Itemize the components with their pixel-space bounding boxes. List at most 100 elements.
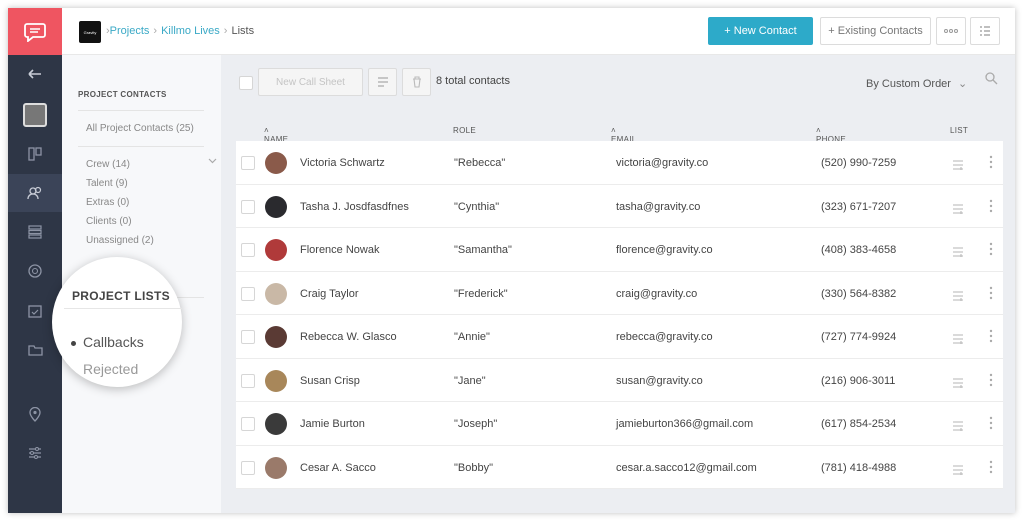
contact-email[interactable]: jamieburton366@gmail.com — [616, 418, 753, 430]
table-row[interactable]: Craig Taylor "Frederick" craig@gravity.co (… — [236, 272, 1003, 315]
list-add-icon[interactable] — [952, 288, 964, 306]
list-add-icon[interactable] — [952, 462, 964, 480]
row-checkbox[interactable] — [241, 243, 255, 257]
list-add-icon[interactable] — [952, 331, 964, 349]
more-options-icon[interactable] — [989, 242, 993, 261]
breadcrumb: ›Projects › Killmo Lives › Lists — [106, 25, 254, 37]
project-lists-title: PROJECT LISTS — [72, 289, 170, 303]
top-bar: Gravity ›Projects › Killmo Lives › Lists + N… — [62, 8, 1015, 55]
group-talent[interactable]: Talent (9) — [86, 178, 128, 189]
list-add-icon[interactable] — [952, 418, 964, 436]
group-crew[interactable]: Crew (14) — [86, 159, 130, 170]
new-contact-button[interactable]: + New Contact — [708, 17, 813, 45]
chevron-down-icon[interactable] — [208, 151, 217, 169]
table-row[interactable]: Florence Nowak "Samantha" florence@gravity… — [236, 228, 1003, 272]
header-phone[interactable]: PHONE ˄ — [816, 126, 846, 144]
chat-logo-icon[interactable] — [8, 8, 62, 55]
row-checkbox[interactable] — [241, 156, 255, 170]
group-clients[interactable]: Clients (0) — [86, 216, 132, 227]
row-checkbox[interactable] — [241, 330, 255, 344]
contact-role: "Jane" — [454, 374, 486, 387]
contact-role: "Joseph" — [454, 418, 498, 430]
contact-name[interactable]: Craig Taylor — [300, 288, 359, 300]
table-row[interactable]: Cesar A. Sacco "Bobby" cesar.a.sacco12@gma… — [236, 446, 1003, 489]
search-icon[interactable] — [985, 72, 998, 90]
sliders-icon[interactable] — [8, 434, 62, 472]
existing-contacts-button[interactable]: + Existing Contacts — [820, 17, 931, 45]
board-icon[interactable] — [8, 135, 62, 173]
more-options-icon[interactable] — [989, 155, 993, 174]
row-checkbox[interactable] — [241, 373, 255, 388]
aperture-icon[interactable] — [8, 252, 62, 290]
contact-avatar — [265, 413, 287, 435]
section-title: PROJECT CONTACTS — [78, 90, 167, 99]
row-checkbox[interactable] — [241, 460, 255, 475]
contact-name[interactable]: Cesar A. Sacco — [300, 462, 376, 474]
select-all-checkbox[interactable] — [239, 76, 253, 90]
row-checkbox[interactable] — [241, 199, 255, 214]
group-unassigned[interactable]: Unassigned (2) — [86, 235, 154, 246]
divider — [78, 146, 204, 147]
list-rejected[interactable]: Rejected — [83, 361, 138, 377]
contact-name[interactable]: Rebecca W. Glasco — [300, 331, 397, 343]
table-row[interactable]: Jamie Burton "Joseph" jamieburton366@gmail… — [236, 402, 1003, 446]
header-email[interactable]: EMAIL ˄ — [611, 126, 636, 144]
contact-name[interactable]: Susan Crisp — [300, 375, 360, 387]
sort-dropdown[interactable]: By Custom Order ⌄ — [866, 77, 967, 90]
table-row[interactable]: Tasha J. Josdfasdfnes "Cynthia" tasha@grav… — [236, 185, 1003, 228]
list-callbacks[interactable]: Callbacks — [83, 334, 144, 350]
list-add-icon[interactable] — [952, 201, 964, 219]
list-add-icon[interactable] — [952, 244, 964, 262]
more-options-icon[interactable] — [989, 286, 993, 305]
contact-role: "Rebecca" — [454, 157, 506, 169]
table-row[interactable]: Susan Crisp "Jane" susan@gravity.co (216) 9… — [236, 359, 1003, 402]
list-add-icon[interactable] — [952, 157, 964, 175]
contact-email[interactable]: victoria@gravity.co — [616, 157, 708, 169]
all-contacts-link[interactable]: All Project Contacts (25) — [86, 123, 194, 134]
breadcrumb-project[interactable]: Killmo Lives — [161, 25, 220, 37]
contact-phone: (323) 671-7207 — [821, 200, 897, 213]
table-row[interactable]: Rebecca W. Glasco "Annie" rebecca@gravity.… — [236, 315, 1003, 359]
contact-avatar — [265, 282, 287, 305]
contact-email[interactable]: susan@gravity.co — [616, 375, 703, 387]
contacts-icon[interactable] — [8, 174, 62, 212]
new-call-sheet-button[interactable]: New Call Sheet — [258, 68, 363, 96]
stack-icon[interactable] — [8, 213, 62, 251]
contact-email[interactable]: florence@gravity.co — [616, 244, 713, 256]
contact-phone: (781) 418-4988 — [821, 461, 897, 474]
contact-email[interactable]: tasha@gravity.co — [616, 201, 700, 213]
contact-email[interactable]: craig@gravity.co — [616, 288, 697, 300]
contacts-table: Victoria Schwartz "Rebecca" victoria@gravi… — [236, 141, 1003, 489]
contact-name[interactable]: Victoria Schwartz — [300, 157, 385, 169]
dots-icon[interactable] — [936, 17, 966, 45]
contact-phone: (727) 774-9924 — [821, 331, 897, 343]
contact-name[interactable]: Jamie Burton — [300, 418, 365, 430]
checklist-icon[interactable] — [970, 17, 1000, 45]
row-checkbox[interactable] — [241, 286, 255, 301]
row-checkbox[interactable] — [241, 417, 255, 431]
more-options-icon[interactable] — [989, 460, 993, 479]
contact-email[interactable]: cesar.a.sacco12@gmail.com — [616, 462, 757, 474]
contact-email[interactable]: rebecca@gravity.co — [616, 331, 713, 343]
user-avatar[interactable] — [8, 96, 62, 134]
more-options-icon[interactable] — [989, 329, 993, 348]
project-badge[interactable]: Gravity — [79, 21, 101, 43]
contact-name[interactable]: Florence Nowak — [300, 244, 379, 256]
header-name[interactable]: NAME ˄ — [264, 126, 288, 144]
main-content: New Call Sheet 8 total contacts By Custo… — [221, 55, 1015, 513]
list-add-icon[interactable] — [368, 68, 397, 96]
table-row[interactable]: Victoria Schwartz "Rebecca" victoria@gravi… — [236, 141, 1003, 185]
breadcrumb-separator-icon: › — [223, 25, 228, 37]
more-options-icon[interactable] — [989, 373, 993, 392]
location-icon[interactable] — [8, 395, 62, 433]
more-options-icon[interactable] — [989, 416, 993, 435]
contact-name[interactable]: Tasha J. Josdfasdfnes — [300, 201, 409, 213]
more-options-icon[interactable] — [989, 199, 993, 218]
list-add-icon[interactable] — [952, 375, 964, 393]
header-role: ROLE — [453, 126, 476, 135]
total-contacts: 8 total contacts — [436, 75, 510, 87]
breadcrumb-projects[interactable]: Projects — [110, 25, 150, 37]
trash-icon[interactable] — [402, 68, 431, 96]
group-extras[interactable]: Extras (0) — [86, 197, 129, 208]
back-arrow-icon[interactable] — [8, 55, 62, 93]
